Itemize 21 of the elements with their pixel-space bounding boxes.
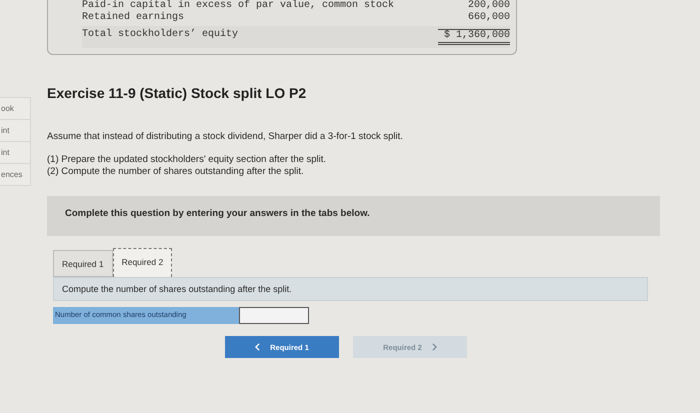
sidebar-item[interactable]: int	[0, 119, 31, 142]
row-label: Paid-in capital in excess of par value, common stock	[82, 0, 394, 12]
amount-cell-text: 200,000	[466, 0, 510, 12]
question-banner: Compute the number of shares outstanding after the split.	[53, 277, 648, 301]
task-text: (2) Compute the number of shares outstanding after the split.	[47, 166, 305, 178]
amount-cell: $ 1,360,000	[438, 29, 510, 45]
task-text: (1) Prepare the updated stockholders' equity section after the split.	[47, 154, 328, 166]
exercise-title: Exercise 11-9 (Static) Stock split LO P2	[47, 85, 308, 101]
sidebar-item[interactable]: ences	[0, 163, 31, 186]
intro-text: Assume that instead of distributing a stock dividend, Sharper did a 3-for-1 stock split.	[47, 131, 404, 142]
chevron-left-icon	[255, 343, 260, 351]
tab[interactable]: Required 2	[112, 248, 172, 277]
tab[interactable]: Required 1	[53, 250, 113, 277]
chevron-right-icon	[432, 343, 437, 351]
instruction-banner: Complete this question by entering your answers in the tabs below.	[47, 196, 660, 236]
row-label: Retained earnings	[82, 12, 184, 24]
amount-cell-text: 660,000	[466, 12, 510, 24]
sidebar-item[interactable]: ook	[0, 97, 31, 120]
sidebar-item[interactable]: int	[0, 141, 31, 164]
answer-field[interactable]	[239, 307, 309, 324]
row-label: Total stockholders’ equity	[82, 29, 238, 42]
